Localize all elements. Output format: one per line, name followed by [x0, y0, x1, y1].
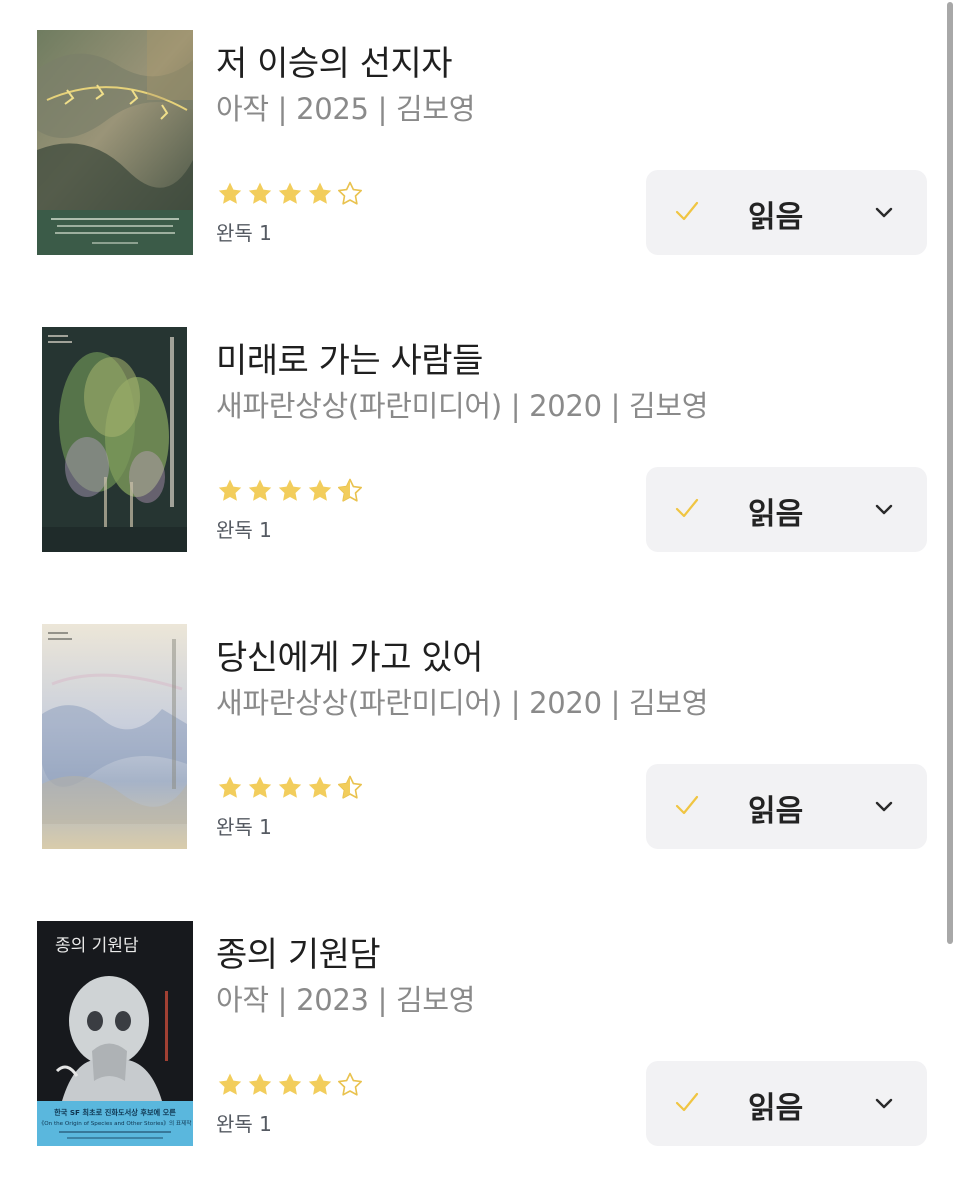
- cover-blurb-2: 《On the Origin of Species and Other Stor…: [39, 1119, 192, 1127]
- book-cover[interactable]: 종의 기원담 한국 SF 최초로 진화도서상 후보에 오른 《On the Or…: [37, 921, 193, 1146]
- star-half-icon: [338, 478, 362, 502]
- star-full-icon: [308, 479, 332, 501]
- chevron-down-icon: [875, 801, 893, 812]
- check-icon: [675, 795, 699, 815]
- star-full-icon: [308, 776, 332, 798]
- cover-title: 종의 기원담: [55, 936, 139, 956]
- read-count: 완독 1: [216, 518, 272, 542]
- book-item[interactable]: 저 이승의 선지자 아작 | 2025 | 김보영 완독 1 읽음: [0, 30, 950, 260]
- chevron-down-icon: [875, 1098, 893, 1109]
- reading-status-button[interactable]: 읽음: [646, 170, 927, 255]
- star-full-icon: [218, 479, 242, 501]
- book-item[interactable]: 미래로 가는 사람들 새파란상상(파란미디어) | 2020 | 김보영 완독 …: [0, 327, 950, 557]
- chevron-down-icon: [875, 504, 893, 515]
- rating-stars[interactable]: [216, 774, 364, 802]
- reading-status-button[interactable]: 읽음: [646, 467, 927, 552]
- star-full-icon: [248, 1073, 272, 1095]
- book-cover[interactable]: [37, 30, 193, 255]
- status-label: 읽음: [748, 794, 804, 829]
- star-half-icon: [338, 775, 362, 799]
- status-label: 읽음: [748, 200, 804, 235]
- star-full-icon: [218, 1073, 242, 1095]
- book-title[interactable]: 저 이승의 선지자: [216, 36, 453, 85]
- star-empty-icon: [338, 1072, 362, 1096]
- star-full-icon: [218, 776, 242, 798]
- chevron-down-icon: [875, 207, 893, 218]
- book-list: 저 이승의 선지자 아작 | 2025 | 김보영 완독 1 읽음 미래로 가는…: [0, 0, 963, 1200]
- reading-status-button[interactable]: 읽음: [646, 1061, 927, 1146]
- star-full-icon: [308, 1073, 332, 1095]
- check-icon: [675, 201, 699, 221]
- status-label: 읽음: [748, 497, 804, 532]
- rating-stars[interactable]: [216, 1071, 364, 1099]
- star-full-icon: [248, 182, 272, 204]
- book-meta: 아작 | 2023 | 김보영: [216, 983, 476, 1017]
- star-full-icon: [248, 776, 272, 798]
- rating-stars[interactable]: [216, 477, 364, 505]
- book-meta: 새파란상상(파란미디어) | 2020 | 김보영: [216, 686, 709, 720]
- read-count: 완독 1: [216, 815, 272, 839]
- reading-status-button[interactable]: 읽음: [646, 764, 927, 849]
- star-full-icon: [278, 1073, 302, 1095]
- check-icon: [675, 498, 699, 518]
- rating-stars[interactable]: [216, 180, 364, 208]
- check-icon: [675, 1092, 699, 1112]
- book-title[interactable]: 당신에게 가고 있어: [216, 630, 483, 679]
- read-count: 완독 1: [216, 221, 272, 245]
- star-full-icon: [218, 182, 242, 204]
- book-meta: 아작 | 2025 | 김보영: [216, 92, 476, 126]
- read-count: 완독 1: [216, 1112, 272, 1136]
- book-cover[interactable]: [42, 327, 187, 552]
- star-empty-icon: [338, 181, 362, 205]
- book-title[interactable]: 종의 기원담: [216, 927, 381, 976]
- star-full-icon: [278, 776, 302, 798]
- star-full-icon: [278, 479, 302, 501]
- status-label: 읽음: [748, 1091, 804, 1126]
- star-full-icon: [308, 182, 332, 204]
- book-item[interactable]: 당신에게 가고 있어 새파란상상(파란미디어) | 2020 | 김보영 완독 …: [0, 624, 950, 854]
- book-title[interactable]: 미래로 가는 사람들: [216, 333, 483, 382]
- book-cover[interactable]: [42, 624, 187, 849]
- book-item[interactable]: 종의 기원담 한국 SF 최초로 진화도서상 후보에 오른 《On the Or…: [0, 921, 950, 1151]
- cover-blurb: 한국 SF 최초로 진화도서상 후보에 오른: [54, 1108, 176, 1117]
- star-full-icon: [278, 182, 302, 204]
- book-meta: 새파란상상(파란미디어) | 2020 | 김보영: [216, 389, 709, 423]
- scrollbar[interactable]: [947, 2, 953, 944]
- star-full-icon: [248, 479, 272, 501]
